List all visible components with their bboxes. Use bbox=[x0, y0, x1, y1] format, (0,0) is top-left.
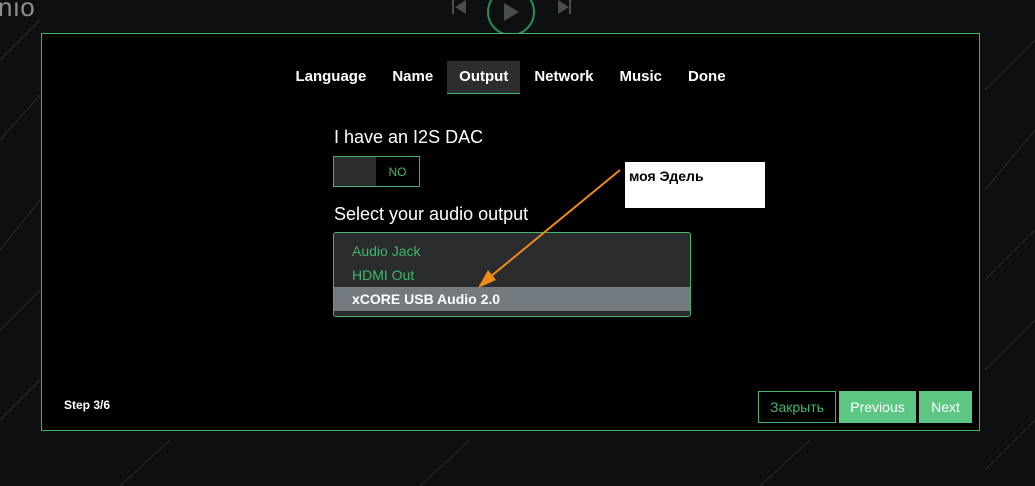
close-button[interactable]: Закрыть bbox=[758, 391, 836, 423]
tab-music[interactable]: Music bbox=[608, 61, 675, 94]
play-icon[interactable] bbox=[487, 0, 535, 34]
i2s-dac-label: I have an I2S DAC bbox=[334, 127, 484, 147]
audio-output-listbox[interactable]: Audio Jack HDMI Out xCORE USB Audio 2.0 bbox=[333, 232, 691, 317]
i2s-dac-toggle[interactable]: NO bbox=[333, 156, 420, 187]
toggle-state: NO bbox=[388, 164, 407, 179]
next-button[interactable]: Next bbox=[919, 391, 972, 423]
wizard-tabs: Language Name Output Network Music Done bbox=[42, 61, 979, 94]
app-logo: nio bbox=[0, 0, 36, 22]
previous-button[interactable]: Previous bbox=[839, 391, 916, 423]
annotation-callout: моя Эдель bbox=[625, 162, 765, 208]
output-option-audio-jack[interactable]: Audio Jack bbox=[334, 239, 690, 263]
output-option-hdmi-out[interactable]: HDMI Out bbox=[334, 263, 690, 287]
tab-language[interactable]: Language bbox=[283, 61, 378, 94]
output-option-xcore-usb[interactable]: xCORE USB Audio 2.0 bbox=[334, 287, 690, 311]
setup-wizard-modal: Language Name Output Network Music Done … bbox=[41, 33, 980, 431]
step-indicator: Step 3/6 bbox=[64, 398, 111, 412]
tab-done[interactable]: Done bbox=[676, 61, 738, 94]
tab-name[interactable]: Name bbox=[380, 61, 445, 94]
audio-output-label: Select your audio output bbox=[334, 204, 529, 224]
previous-track-icon[interactable] bbox=[452, 0, 466, 14]
next-track-icon[interactable] bbox=[558, 0, 571, 14]
player-transport-controls bbox=[452, 0, 571, 34]
tab-network[interactable]: Network bbox=[522, 61, 605, 94]
tab-output[interactable]: Output bbox=[447, 61, 521, 94]
toggle-knob bbox=[334, 157, 376, 186]
